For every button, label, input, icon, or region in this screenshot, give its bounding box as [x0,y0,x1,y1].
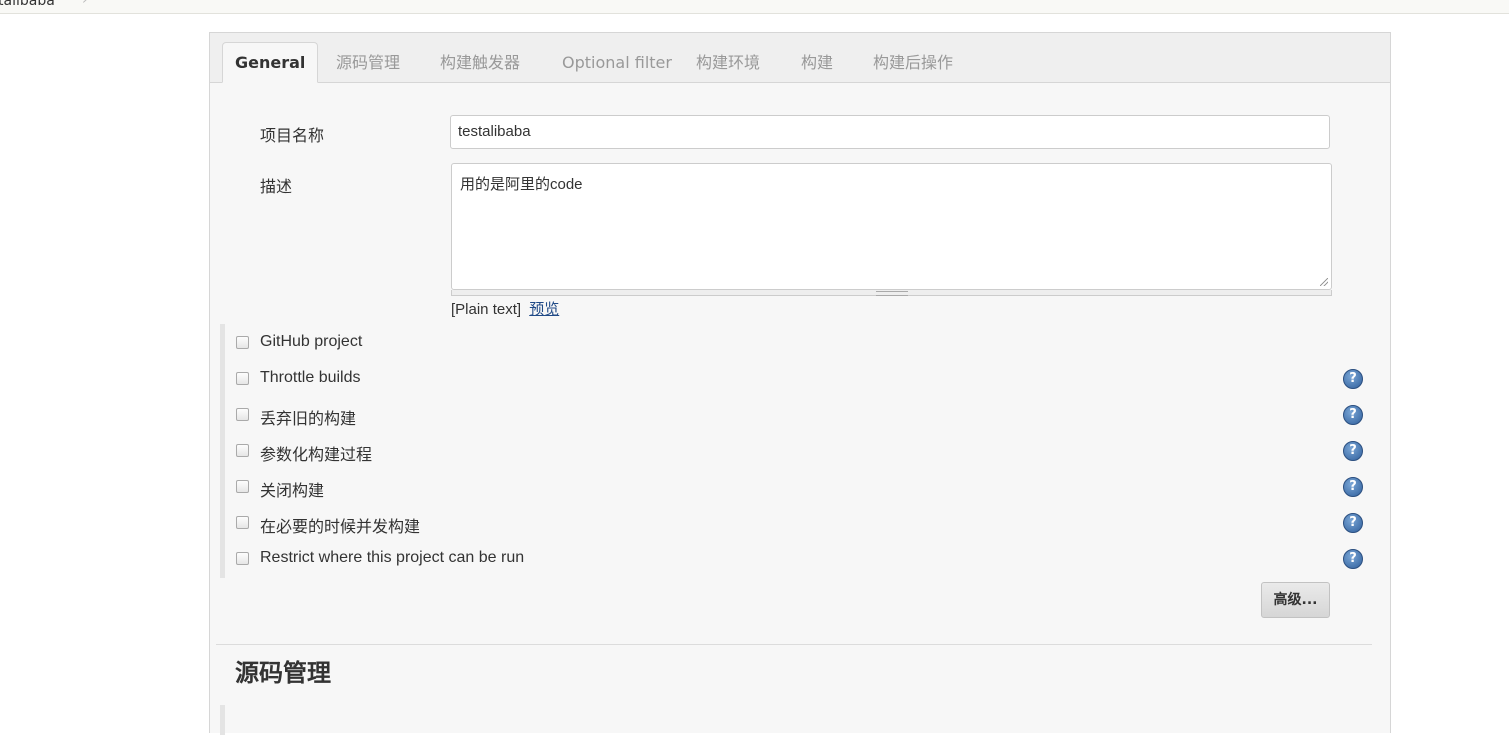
option-label: Restrict where this project can be run [260,549,525,566]
advanced-button[interactable]: 高级... [1261,582,1330,618]
preview-link[interactable]: 预览 [529,301,559,318]
concurrent-builds-checkbox[interactable] [236,516,249,529]
help-icon[interactable]: ? [1343,405,1363,425]
breadcrumb-item[interactable]: talibaba [0,0,55,9]
project-name-input[interactable]: testalibaba [450,115,1330,149]
tab-general[interactable]: General [222,42,319,83]
discard-old-builds-checkbox[interactable] [236,408,249,421]
tab-scm[interactable]: 源码管理 [336,43,400,82]
option-label: 参数化构建过程 [260,447,373,464]
option-label: 丢弃旧的构建 [260,411,357,428]
parameterized-build-checkbox[interactable] [236,444,249,457]
section-divider [216,644,1372,645]
tab-build-triggers[interactable]: 构建触发器 [440,43,520,82]
section-bar [220,705,225,735]
github-project-checkbox[interactable] [236,336,249,349]
help-icon[interactable]: ? [1343,477,1363,497]
scm-section-title: 源码管理 [235,659,331,687]
breadcrumb: talibaba › [0,0,1509,14]
description-format: [Plain text] 预览 [451,298,559,319]
option-label: 在必要的时候并发构建 [260,519,421,536]
option-label: 关闭构建 [260,483,325,500]
tab-bar: General 源码管理 构建触发器 Optional filter 构建环境 … [210,33,1390,83]
tab-post-build-actions[interactable]: 构建后操作 [873,43,953,82]
option-label: GitHub project [260,333,363,350]
config-panel: General 源码管理 构建触发器 Optional filter 构建环境 … [209,32,1391,735]
project-name-label: 项目名称 [260,126,325,145]
restrict-where-run-checkbox[interactable] [236,552,249,565]
help-icon[interactable]: ? [1343,441,1363,461]
textarea-resize-handle[interactable] [451,290,1332,296]
help-icon[interactable]: ? [1343,513,1363,533]
breadcrumb-separator: › [82,0,88,8]
help-icon[interactable]: ? [1343,369,1363,389]
tab-build-environment[interactable]: 构建环境 [696,43,760,82]
help-icon[interactable]: ? [1343,549,1363,569]
description-textarea[interactable]: 用的是阿里的code [451,163,1332,290]
disable-build-checkbox[interactable] [236,480,249,493]
plain-text-label: [Plain text] [451,301,522,318]
drag-handle-icon [876,291,908,296]
options-section-bar [220,324,225,578]
option-label: Throttle builds [260,369,361,386]
description-label: 描述 [260,177,293,196]
description-text: 用的是阿里的code [460,176,583,193]
tab-build[interactable]: 构建 [801,43,833,82]
throttle-builds-checkbox[interactable] [236,372,249,385]
tab-optional-filter[interactable]: Optional filter [562,43,672,82]
resize-grip-icon[interactable] [1320,278,1328,286]
